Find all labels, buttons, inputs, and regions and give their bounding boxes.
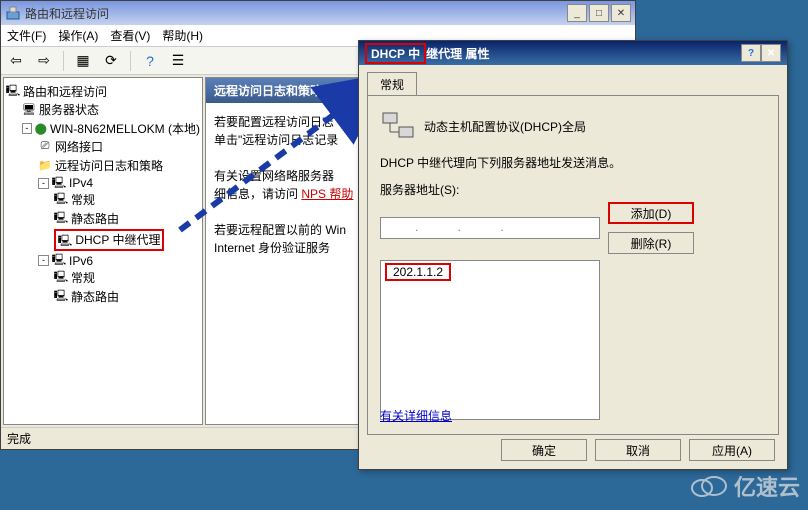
separator [63, 51, 64, 71]
dialog-help-button[interactable]: ? [741, 44, 761, 62]
cancel-button[interactable]: 取消 [595, 439, 681, 461]
tree-server-status[interactable]: 服务器状态 [39, 101, 99, 118]
menu-help[interactable]: 帮助(H) [162, 27, 203, 44]
dialog-title-a: DHCP 中 [371, 47, 420, 61]
maximize-button[interactable]: □ [589, 4, 609, 22]
server-list[interactable]: 202.1.1.2 [380, 260, 600, 420]
titlebar: 路由和远程访问 _ □ ✕ [1, 1, 635, 25]
server-address-input[interactable]: . . . [380, 217, 600, 239]
watermark: 亿速云 [688, 470, 800, 502]
help-icon[interactable]: ? [139, 50, 161, 72]
status-icon: 🖥 [22, 103, 36, 117]
tree-ipv6-general[interactable]: 常规 [71, 269, 95, 286]
general-icon: 🖳 [54, 193, 68, 207]
tree-pane[interactable]: 🖳路由和远程访问 🖥服务器状态 -⬤WIN-8N62MELLOKM (本地) ⎚… [3, 77, 203, 425]
dialog-titlebar: DHCP 中继代理 属性 ? ✕ [359, 41, 787, 65]
back-icon[interactable]: ⇦ [5, 50, 27, 72]
ipv6-icon: 🖳 [52, 254, 66, 268]
folder-icon: 📁 [38, 159, 52, 173]
collapse-icon[interactable]: - [38, 255, 49, 266]
content-p3b: 细信息，请访问 [214, 187, 298, 201]
forward-icon[interactable]: ⇨ [33, 50, 55, 72]
server-list-item[interactable]: 202.1.1.2 [385, 263, 451, 281]
ok-button[interactable]: 确定 [501, 439, 587, 461]
dialog-title-b: 继代理 属性 [426, 45, 489, 62]
app-icon [5, 5, 21, 21]
more-info-link[interactable]: 有关详细信息 [380, 407, 452, 424]
tree-ipv4-general[interactable]: 常规 [71, 191, 95, 208]
remove-button[interactable]: 删除(R) [608, 232, 694, 254]
dhcp-global-icon [380, 108, 416, 144]
dialog-tabs: 常规 [359, 65, 787, 95]
watermark-text: 亿速云 [734, 470, 800, 502]
refresh-icon[interactable]: ⟳ [100, 50, 122, 72]
dhcp-relay-properties-dialog: DHCP 中继代理 属性 ? ✕ 常规 动态主机配置协议(DHCP)全局 DHC… [358, 40, 788, 470]
tree-dhcp-relay-highlight: 🖳 DHCP 中继代理 [54, 229, 164, 251]
properties-icon[interactable]: ☰ [167, 50, 189, 72]
separator [130, 51, 131, 71]
tree-root[interactable]: 路由和远程访问 [23, 83, 107, 100]
tree-logs[interactable]: 远程访问日志和策略 [55, 157, 163, 174]
minimize-button[interactable]: _ [567, 4, 587, 22]
nic-icon: ⎚ [38, 140, 52, 154]
menu-action[interactable]: 操作(A) [58, 27, 98, 44]
server-address-label: 服务器地址(S): [380, 181, 766, 198]
close-button[interactable]: ✕ [611, 4, 631, 22]
tree-nic[interactable]: 网络接口 [55, 138, 103, 155]
window-title: 路由和远程访问 [25, 5, 567, 22]
menu-file[interactable]: 文件(F) [7, 27, 46, 44]
general-icon: 🖳 [54, 270, 68, 284]
tree-server[interactable]: WIN-8N62MELLOKM (本地) [50, 120, 200, 137]
dialog-close-button[interactable]: ✕ [761, 44, 781, 62]
content-p3a: 有关设置网络略服务器 [214, 169, 334, 183]
show-hide-icon[interactable]: ▦ [72, 50, 94, 72]
server-node-icon: ⬤ [35, 122, 47, 136]
tree-ipv6-static[interactable]: 静态路由 [71, 288, 119, 305]
dhcp-icon: 🖳 [58, 235, 72, 249]
server-icon: 🖳 [6, 85, 20, 99]
dialog-description: DHCP 中继代理向下列服务器地址发送消息。 [380, 154, 766, 171]
menu-view[interactable]: 查看(V) [110, 27, 150, 44]
tree-ipv6[interactable]: IPv6 [69, 254, 93, 268]
add-button[interactable]: 添加(D) [608, 202, 694, 224]
nps-help-link[interactable]: NPS 帮助 [301, 187, 353, 201]
ip-dots: . . . [385, 220, 522, 234]
collapse-icon[interactable]: - [22, 123, 32, 134]
collapse-icon[interactable]: - [38, 178, 49, 189]
ipv4-icon: 🖳 [52, 176, 66, 190]
cloud-icon [688, 474, 728, 498]
tree-dhcp-relay[interactable]: DHCP 中继代理 [75, 233, 160, 247]
apply-button[interactable]: 应用(A) [689, 439, 775, 461]
tab-general[interactable]: 常规 [367, 72, 417, 96]
route-icon: 🖳 [54, 289, 68, 303]
dialog-header: 动态主机配置协议(DHCP)全局 [424, 118, 586, 135]
tree-ipv4[interactable]: IPv4 [69, 176, 93, 190]
tree-ipv4-static[interactable]: 静态路由 [71, 210, 119, 227]
route-icon: 🖳 [54, 212, 68, 226]
tab-panel: 动态主机配置协议(DHCP)全局 DHCP 中继代理向下列服务器地址发送消息。 … [367, 95, 779, 435]
